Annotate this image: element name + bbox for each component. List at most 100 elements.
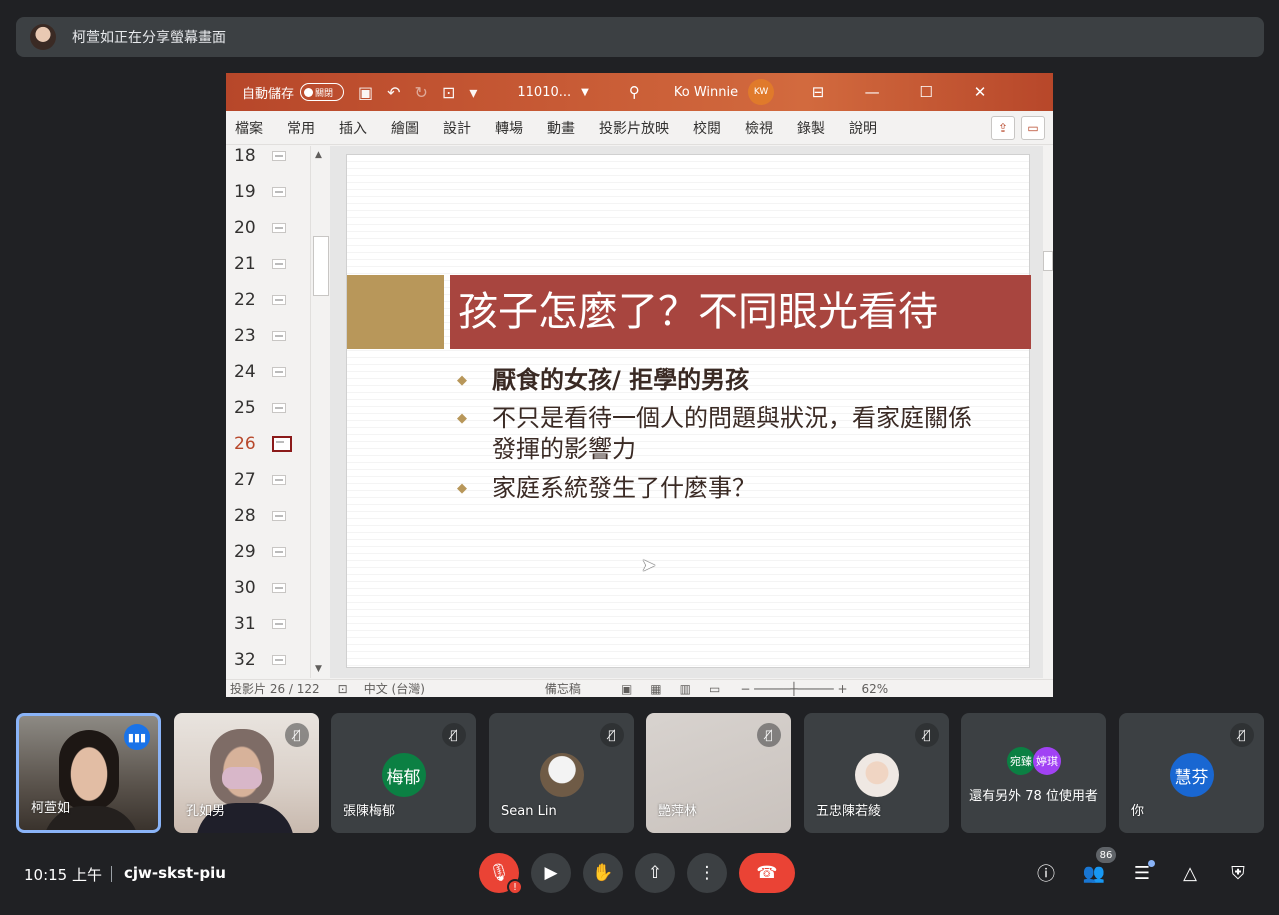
- menu-slideshow[interactable]: 投影片放映: [592, 118, 676, 138]
- slide-thumb: [272, 583, 286, 593]
- meeting-code: cjw-skst-piu: [124, 864, 226, 882]
- thumbnail-scrollbar[interactable]: ▲ ▼: [310, 146, 330, 678]
- slide-number: 30: [234, 578, 256, 598]
- thumbnail-23[interactable]: 23: [226, 318, 310, 354]
- activities-button[interactable]: △: [1175, 858, 1205, 888]
- participant-tile[interactable]: ▮▮▮ 柯萱如: [16, 713, 161, 833]
- user-name[interactable]: Ko Winnie: [674, 85, 738, 100]
- thumbnail-21[interactable]: 21: [226, 246, 310, 282]
- scroll-down-icon[interactable]: ▼: [315, 664, 322, 674]
- bullet-diamond-icon: ◆: [457, 373, 467, 388]
- slide-number: 31: [234, 614, 256, 634]
- customize-icon[interactable]: ▾: [469, 83, 477, 102]
- slide-number: 27: [234, 470, 256, 490]
- more-options-button[interactable]: ⋮: [687, 853, 727, 893]
- doc-menu-chevron-icon[interactable]: ▼: [581, 87, 589, 98]
- autosave-toggle[interactable]: 關閉: [300, 83, 345, 101]
- bullet-diamond-icon: ◆: [457, 411, 467, 426]
- slide-number: 29: [234, 542, 256, 562]
- mic-off-icon: 🎙̸: [442, 723, 466, 747]
- search-icon[interactable]: ⚲: [629, 83, 640, 101]
- current-slide[interactable]: 孩子怎麼了？不同眼光看待 ◆ 厭食的女孩/ 拒學的男孩 ◆ 不只是看待一個人的問題與…: [346, 154, 1031, 668]
- reading-view-icon[interactable]: ▥: [680, 682, 691, 696]
- participant-tile[interactable]: 🎙̸ 艷萍林: [646, 713, 791, 833]
- user-avatar[interactable]: KW: [748, 79, 775, 105]
- chat-unread-dot: [1148, 860, 1155, 867]
- thumbnail-20[interactable]: 20: [226, 210, 310, 246]
- thumbnail-27[interactable]: 27: [226, 462, 310, 498]
- normal-view-icon[interactable]: ▣: [621, 682, 632, 696]
- thumbnail-22[interactable]: 22: [226, 282, 310, 318]
- undo-icon[interactable]: ↶: [387, 83, 400, 102]
- menu-design[interactable]: 設計: [436, 118, 478, 138]
- language-label[interactable]: 中文 (台灣): [364, 680, 425, 697]
- scroll-up-icon[interactable]: ▲: [315, 150, 322, 160]
- slide-title: 孩子怎麼了？不同眼光看待: [458, 289, 938, 335]
- menu-review[interactable]: 校閱: [686, 118, 728, 138]
- thumbnail-26-selected[interactable]: 26: [226, 426, 310, 462]
- thumbnail-28[interactable]: 28: [226, 498, 310, 534]
- people-count-badge: 86: [1096, 847, 1116, 863]
- zoom-level[interactable]: 62%: [862, 682, 889, 696]
- close-icon[interactable]: ✕: [970, 83, 990, 101]
- participant-tile[interactable]: 🎙̸ 孔如男: [174, 713, 319, 833]
- host-controls-button[interactable]: ⛨: [1223, 858, 1253, 888]
- document-name[interactable]: 11010...: [517, 85, 571, 100]
- comments-icon[interactable]: ▭: [1021, 116, 1045, 140]
- menu-draw[interactable]: 繪圖: [384, 118, 426, 138]
- slide-thumb: [272, 367, 286, 377]
- notes-button[interactable]: 備忘稿: [545, 680, 581, 697]
- menu-animations[interactable]: 動畫: [540, 118, 582, 138]
- slide-scrollbar[interactable]: [1043, 146, 1053, 678]
- meeting-info-button[interactable]: ⓘ: [1031, 858, 1061, 888]
- menu-transitions[interactable]: 轉場: [488, 118, 530, 138]
- slideshow-view-icon[interactable]: ▭: [709, 682, 720, 696]
- accessibility-icon[interactable]: ⊡: [338, 682, 348, 696]
- thumbnail-31[interactable]: 31: [226, 606, 310, 642]
- menu-view[interactable]: 檢視: [738, 118, 780, 138]
- ribbon-display-icon[interactable]: ⊟: [808, 83, 828, 101]
- autosave-state: 關閉: [315, 88, 334, 99]
- redo-icon[interactable]: ↻: [415, 83, 428, 102]
- mic-off-icon: 🎙: [488, 863, 510, 883]
- scrollbar-thumb[interactable]: [313, 236, 329, 296]
- thumbnail-25[interactable]: 25: [226, 390, 310, 426]
- mic-toggle-button[interactable]: 🎙!: [479, 853, 523, 895]
- thumbnail-30[interactable]: 30: [226, 570, 310, 606]
- thumbnail-29[interactable]: 29: [226, 534, 310, 570]
- mic-off-icon: 🎙̸: [600, 723, 624, 747]
- present-screen-button[interactable]: ⇧: [635, 853, 675, 893]
- toggle-knob: [304, 87, 314, 97]
- thumbnail-32[interactable]: 32: [226, 642, 310, 678]
- maximize-icon[interactable]: ☐: [916, 83, 936, 101]
- participant-tile[interactable]: 🎙̸ 五忠陳若綾: [804, 713, 949, 833]
- share-icon[interactable]: ⇪: [991, 116, 1015, 140]
- more-participants-tile[interactable]: 宛臻 婷琪 還有另外 78 位使用者: [961, 713, 1106, 833]
- scrollbar-thumb[interactable]: [1043, 251, 1053, 271]
- menu-record[interactable]: 錄製: [790, 118, 832, 138]
- participant-name: Sean Lin: [501, 804, 557, 819]
- raise-hand-button[interactable]: ✋: [583, 853, 623, 893]
- sorter-view-icon[interactable]: ▦: [650, 682, 661, 696]
- present-icon[interactable]: ⊡: [442, 83, 455, 102]
- participant-avatar: 梅郁: [381, 753, 426, 797]
- participant-tile[interactable]: 梅郁 🎙̸ 張陳梅郁: [331, 713, 476, 833]
- ppt-statusbar: 投影片 26 / 122 ⊡ 中文 (台灣) 備忘稿 ▣ ▦ ▥ ▭ − ───…: [226, 679, 1053, 697]
- participant-avatar: [854, 753, 899, 797]
- camera-toggle-button[interactable]: ▶: [531, 853, 571, 893]
- menu-home[interactable]: 常用: [280, 118, 322, 138]
- leave-call-button[interactable]: ☎: [739, 853, 795, 893]
- menu-insert[interactable]: 插入: [332, 118, 374, 138]
- thumbnail-24[interactable]: 24: [226, 354, 310, 390]
- menu-help[interactable]: 說明: [842, 118, 884, 138]
- thumbnail-19[interactable]: 19: [226, 174, 310, 210]
- presenter-avatar: [30, 24, 56, 50]
- self-tile[interactable]: 慧芬 🎙̸ 你: [1119, 713, 1264, 833]
- menu-file[interactable]: 檔案: [228, 118, 270, 138]
- minimize-icon[interactable]: —: [862, 83, 882, 101]
- save-icon[interactable]: ▣: [358, 83, 373, 102]
- zoom-slider[interactable]: − ─────┼───── +: [740, 682, 847, 696]
- participant-tile[interactable]: 🎙̸ Sean Lin: [489, 713, 634, 833]
- thumbnail-18[interactable]: 18: [226, 146, 310, 174]
- presenting-banner: 柯萱如正在分享螢幕畫面: [16, 17, 1264, 57]
